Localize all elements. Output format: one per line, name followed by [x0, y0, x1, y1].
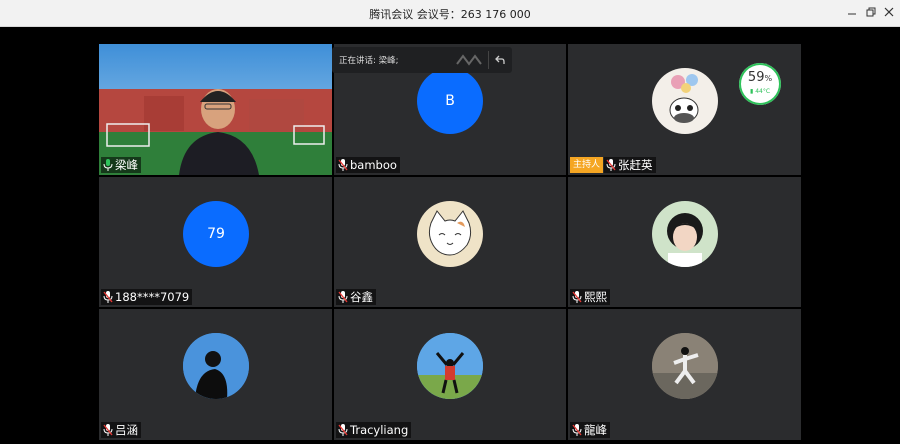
temperature-icon: ▮ [749, 88, 754, 95]
avatar [652, 333, 718, 399]
participant-name: 张赶英 [618, 158, 653, 172]
window-title: 腾讯会议 会议号：263 176 000 [369, 8, 531, 21]
participant-tile[interactable]: 谷鑫 [334, 177, 566, 307]
participant-tile[interactable]: 吕涵 [99, 309, 332, 440]
name-label: Tracyliang [336, 422, 412, 438]
avatar [183, 333, 249, 399]
audio-wave-icon [456, 54, 482, 66]
participant-name: 梁峰 [115, 158, 138, 172]
mic-muted-icon [338, 159, 348, 171]
avatar: B [417, 68, 483, 134]
cpu-unit: % [764, 74, 773, 83]
participant-name: 吕涵 [115, 423, 138, 437]
avatar: 79 [183, 201, 249, 267]
participant-tile[interactable]: 79 188****7079 [99, 177, 332, 307]
participant-name: 谷鑫 [350, 290, 373, 304]
avatar [417, 201, 483, 267]
mic-muted-icon [572, 424, 582, 436]
host-badge: 主持人 [570, 157, 604, 173]
name-label: 主持人 张赶英 [570, 157, 656, 173]
avatar [652, 201, 718, 267]
name-label: 188****7079 [101, 289, 193, 305]
speaking-label: 正在讲话: 梁峰; [339, 56, 399, 66]
mic-muted-icon [338, 291, 348, 303]
avatar [652, 68, 718, 134]
participant-name: Tracyliang [350, 423, 409, 437]
cpu-usage-badge: 59% ▮ 44°C [739, 63, 781, 105]
name-label: 龍峰 [570, 422, 610, 438]
avatar [417, 333, 483, 399]
participant-tile[interactable]: 熙熙 [568, 177, 801, 307]
collapse-icon[interactable] [494, 54, 506, 66]
participant-name: bamboo [350, 158, 397, 172]
name-label: 熙熙 [570, 289, 610, 305]
close-icon[interactable] [880, 4, 898, 22]
camera-video-feed [99, 44, 332, 175]
participant-name: 龍峰 [584, 423, 607, 437]
name-label: 梁峰 [101, 157, 141, 173]
cpu-temp: 44°C [755, 88, 771, 95]
mic-muted-icon [103, 424, 113, 436]
mic-muted-icon [338, 424, 348, 436]
speaking-indicator: 正在讲话: 梁峰; [332, 47, 512, 73]
participant-tile[interactable]: 龍峰 [568, 309, 801, 440]
participant-tile[interactable]: Tracyliang [334, 309, 566, 440]
mic-on-icon [103, 159, 113, 171]
cpu-percent: 59 [747, 70, 765, 85]
participant-tile-video[interactable]: 梁峰 [99, 44, 332, 175]
minimize-icon[interactable] [843, 4, 861, 22]
mic-muted-icon [572, 291, 582, 303]
name-label: 吕涵 [101, 422, 141, 438]
title-bar: 腾讯会议 会议号：263 176 000 [0, 0, 900, 27]
participant-name: 熙熙 [584, 290, 607, 304]
participant-name: 188****7079 [115, 290, 190, 304]
mic-muted-icon [103, 291, 113, 303]
mic-muted-icon [606, 159, 616, 171]
video-grid: 梁峰 B bamboo 主持人 张赶英 79 188****7079 谷鑫 熙熙… [0, 27, 900, 444]
restore-icon[interactable] [862, 4, 880, 22]
name-label: bamboo [336, 157, 400, 173]
name-label: 谷鑫 [336, 289, 376, 305]
